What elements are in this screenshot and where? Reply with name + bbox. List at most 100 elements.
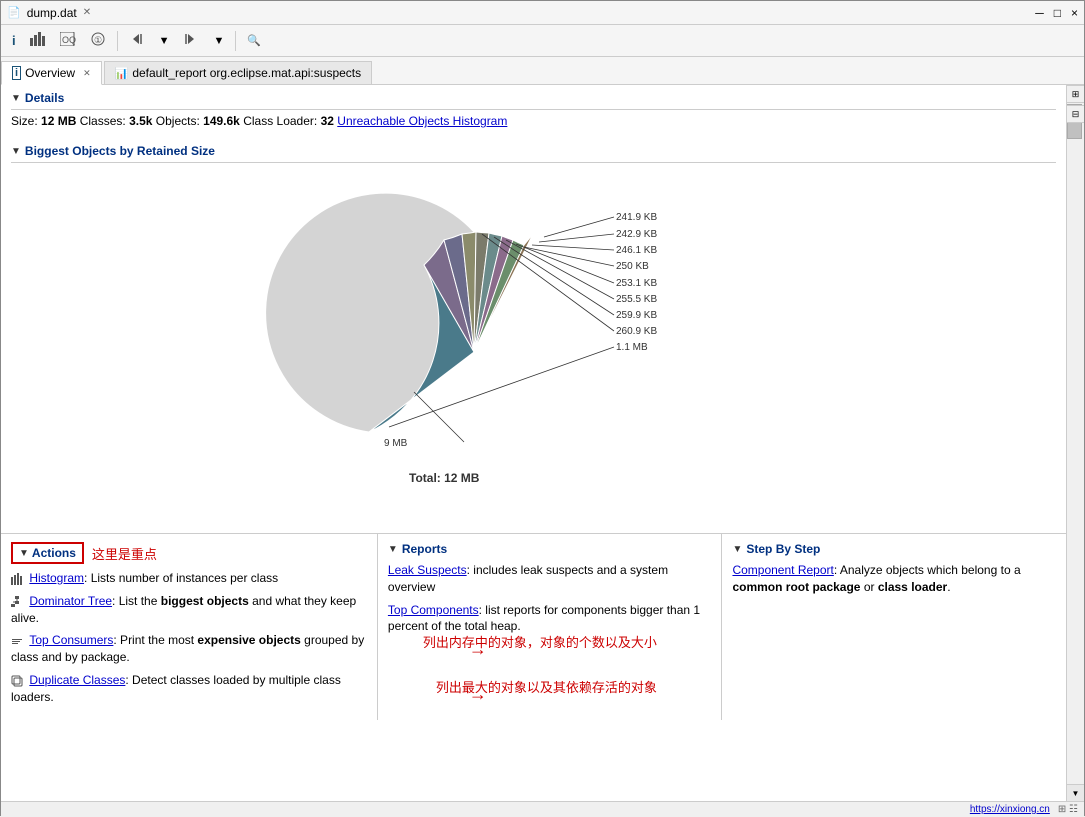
details-header: ▼ Details — [11, 91, 1056, 105]
tab-default-report[interactable]: 📊 default_report org.eclipse.mat.api:sus… — [104, 61, 373, 84]
search-button[interactable]: 🔍 — [242, 31, 266, 50]
chart-container: 241.9 KB 242.9 KB 246.1 KB 250 KB — [234, 182, 834, 512]
svg-text:9 MB: 9 MB — [384, 438, 408, 449]
nav-back-button[interactable] — [124, 29, 150, 52]
biggest-objects-header: ▼ Biggest Objects by Retained Size — [11, 144, 1056, 158]
scroll-content[interactable]: ▼ Details Size: 12 MB Classes: 3.5k Obje… — [1, 85, 1066, 801]
componentreport-bold2: class loader — [878, 580, 947, 594]
scroll-down-btn[interactable]: ▼ — [1067, 784, 1084, 801]
minimize-btn[interactable]: ─ — [1035, 6, 1044, 20]
reports-header: ▼ Reports — [388, 542, 712, 556]
reports-title: Reports — [402, 542, 447, 556]
nav-fwd-dropdown[interactable]: ▼ — [209, 32, 230, 50]
info-icon: i — [12, 33, 16, 48]
leaksuspects-item: Leak Suspects: includes leak suspects an… — [388, 562, 712, 596]
toolbar: i OQL ① ▼ — [1, 25, 1084, 57]
classes-button[interactable]: ① — [85, 29, 111, 52]
status-link[interactable]: https://xinxiong.cn — [970, 804, 1050, 815]
tab-overview-icon: i — [12, 66, 21, 80]
topconsumers-bold: expensive objects — [197, 633, 300, 647]
nav-back-icon — [129, 32, 145, 49]
biggest-objects-section: ▼ Biggest Objects by Retained Size — [1, 138, 1066, 533]
oql-icon: OQL — [60, 32, 76, 49]
dominator-desc: : List the — [112, 594, 161, 608]
size-label: Size: — [11, 114, 38, 128]
componentreport-item: Component Report: Analyze objects which … — [732, 562, 1056, 596]
stepbystep-arrow: ▼ — [732, 544, 742, 555]
nav-fwd-icon — [184, 32, 200, 49]
right-icon-2[interactable]: ⊟ — [1066, 105, 1084, 123]
actions-title: Actions — [32, 546, 76, 560]
chart-button[interactable] — [25, 29, 51, 52]
actions-panel: ▼ Actions 这里是重点 Histogram: Lists number … — [1, 534, 378, 720]
maximize-btn[interactable]: □ — [1054, 6, 1061, 20]
topconsumers-link[interactable]: Top Consumers — [29, 633, 113, 647]
histogram-icon — [11, 571, 26, 585]
status-bar: https://xinxiong.cn ⊞ ☷ — [1, 801, 1084, 817]
barchart-icon — [30, 32, 46, 49]
details-arrow: ▼ — [11, 93, 21, 104]
svg-text:250 KB: 250 KB — [616, 261, 649, 272]
right-icon-bar: ⊞ ⊟ — [1066, 85, 1084, 123]
actions-header-box: ▼ Actions — [11, 542, 84, 564]
chart-area: 241.9 KB 242.9 KB 246.1 KB 250 KB — [11, 167, 1056, 527]
title-close-icon[interactable]: ✕ — [83, 7, 91, 18]
reports-arrow: ▼ — [388, 544, 398, 555]
duplicateclasses-icon — [11, 673, 26, 687]
close-btn[interactable]: × — [1071, 6, 1078, 20]
objects-label: Objects: — [156, 114, 200, 128]
duplicateclasses-link[interactable]: Duplicate Classes — [29, 673, 125, 687]
separator-1 — [117, 31, 118, 51]
svg-text:Total: 12 MB: Total: 12 MB — [409, 471, 480, 485]
dominator-item: Dominator Tree: List the biggest objects… — [11, 593, 367, 627]
componentreport-link[interactable]: Component Report — [732, 563, 833, 577]
search-icon: 🔍 — [247, 34, 261, 47]
separator-2 — [235, 31, 236, 51]
duplicateclasses-item: Duplicate Classes: Detect classes loaded… — [11, 672, 367, 706]
nav-fwd-button[interactable] — [179, 29, 205, 52]
tab-overview[interactable]: i Overview ✕ — [1, 61, 102, 85]
actions-panel-header-row: ▼ Actions 这里是重点 — [11, 542, 367, 564]
objects-value: 149.6k — [203, 114, 240, 128]
scrollbar[interactable]: ▲ ▼ — [1066, 85, 1084, 801]
tab-bar: i Overview ✕ 📊 default_report org.eclips… — [1, 57, 1084, 85]
title-bar: 📄 dump.dat ✕ ─ □ × — [1, 1, 1084, 25]
dominator-icon — [11, 594, 26, 608]
stepbystep-title: Step By Step — [746, 542, 820, 556]
histogram-link[interactable]: Histogram — [29, 571, 84, 585]
tab-default-report-label: default_report org.eclipse.mat.api:suspe… — [132, 66, 361, 80]
unreachable-link[interactable]: Unreachable Objects Histogram — [337, 114, 507, 128]
oql-button[interactable]: OQL — [55, 29, 81, 52]
dropdown-button[interactable]: ▼ — [154, 32, 175, 50]
details-title: Details — [25, 91, 64, 105]
status-icons: ⊞ ☷ — [1058, 804, 1078, 815]
scroll-track[interactable] — [1067, 102, 1084, 784]
right-icon-1[interactable]: ⊞ — [1066, 85, 1084, 103]
dominator-link[interactable]: Dominator Tree — [29, 594, 112, 608]
classes-icon: ① — [90, 32, 106, 49]
classloader-value: 32 — [321, 114, 334, 128]
topconsumers-annotation: 列出内存中的对象，对象的个数以及大小 — [423, 634, 657, 652]
dropdown-icon: ▼ — [159, 35, 170, 47]
window-title: dump.dat — [27, 6, 77, 20]
svg-text:260.9 KB: 260.9 KB — [616, 326, 657, 337]
biggest-arrow: ▼ — [11, 146, 21, 157]
details-line: Size: 12 MB Classes: 3.5k Objects: 149.6… — [11, 114, 1056, 128]
topcomponents-link[interactable]: Top Components — [388, 603, 479, 617]
dominator-bold: biggest objects — [161, 594, 249, 608]
svg-text:246.1 KB: 246.1 KB — [616, 245, 657, 256]
info-button[interactable]: i — [7, 30, 21, 51]
svg-text:253.1 KB: 253.1 KB — [616, 278, 657, 289]
content-area: ▼ Details Size: 12 MB Classes: 3.5k Obje… — [1, 85, 1084, 801]
svg-text:259.9 KB: 259.9 KB — [616, 310, 657, 321]
histogram-desc: : Lists number of instances per class — [84, 571, 278, 585]
tab-overview-close[interactable]: ✕ — [83, 68, 91, 79]
actions-annotation: 这里是重点 — [92, 544, 157, 563]
duplicateclasses-annotation: 列出最大的对象以及其依赖存活的对象 — [436, 679, 657, 697]
details-section: ▼ Details Size: 12 MB Classes: 3.5k Obje… — [1, 85, 1066, 138]
leaksuspects-link[interactable]: Leak Suspects — [388, 563, 467, 577]
classloader-label: Class Loader: — [243, 114, 317, 128]
details-divider — [11, 109, 1056, 110]
componentreport-desc2: or — [860, 580, 877, 594]
biggest-title: Biggest Objects by Retained Size — [25, 144, 215, 158]
